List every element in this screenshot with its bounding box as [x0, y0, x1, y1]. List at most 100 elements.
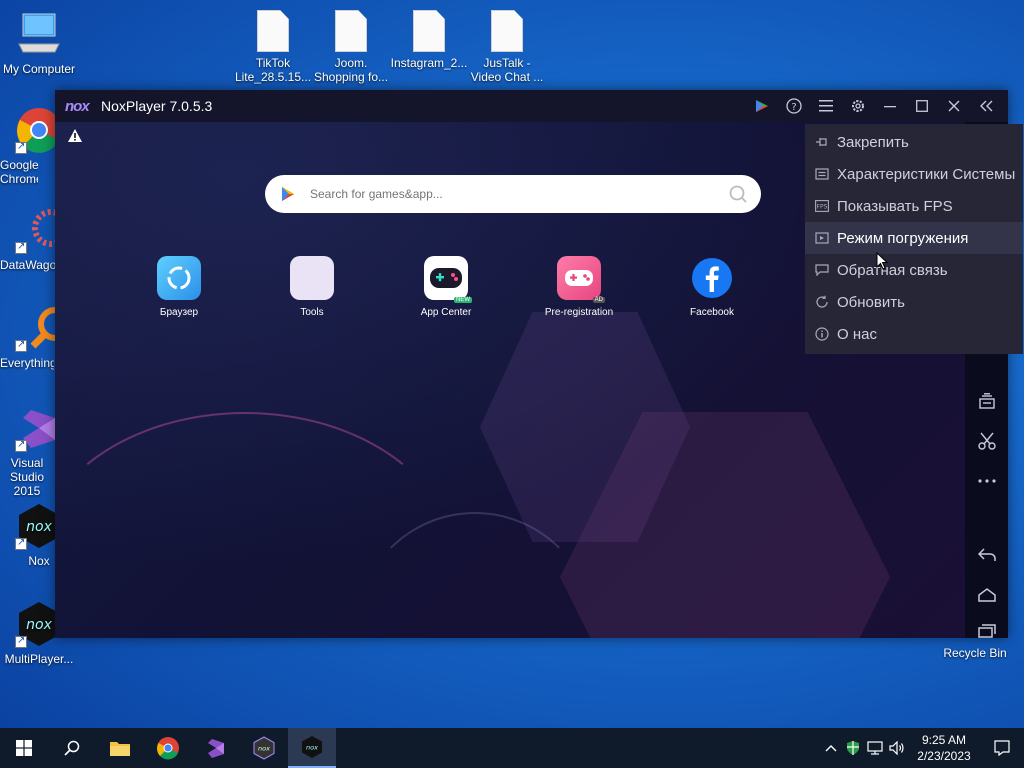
app-label: Pre-registration	[544, 307, 614, 318]
settings-button[interactable]	[842, 90, 874, 122]
pin-icon	[815, 135, 829, 149]
desktop-file-label: Instagram_2...	[390, 56, 468, 70]
play-store-button[interactable]	[746, 90, 778, 122]
folder-icon	[110, 742, 130, 756]
info-card-icon	[815, 167, 829, 181]
svg-text:nox: nox	[26, 617, 52, 633]
search-icon[interactable]	[729, 185, 747, 203]
gamepad-icon: NEW	[424, 256, 472, 303]
svg-text:nox: nox	[258, 745, 270, 753]
clock-date: 2/23/2023	[917, 749, 971, 763]
warning-icon[interactable]	[67, 128, 83, 144]
svg-text:nox: nox	[26, 519, 52, 535]
security-tray-button[interactable]	[842, 728, 864, 768]
notification-icon	[994, 740, 1010, 756]
app-facebook[interactable]: Facebook	[667, 256, 757, 318]
taskbar-clock[interactable]: 9:25 AM 2/23/2023	[908, 732, 980, 764]
desktop-file-justalk[interactable]: JusTalk - Video Chat ...	[468, 10, 546, 84]
app-label: Tools	[300, 307, 324, 318]
controller-pink-icon: AD	[557, 256, 605, 303]
menu-item-immersive-mode[interactable]: Режим погружения	[805, 222, 1023, 254]
mouse-cursor-icon	[876, 252, 888, 270]
taskbar-visual-studio[interactable]	[192, 728, 240, 768]
menu-item-pin[interactable]: Закрепить	[805, 126, 1023, 158]
collapse-sidebar-button[interactable]	[970, 90, 1002, 122]
fps-icon: FPS	[815, 199, 829, 213]
visual-studio-icon	[208, 739, 224, 758]
menu-button[interactable]	[810, 90, 842, 122]
network-tray-button[interactable]	[864, 728, 886, 768]
back-button[interactable]	[976, 544, 998, 566]
close-button[interactable]	[938, 90, 970, 122]
gear-icon	[852, 100, 864, 112]
menu-item-refresh[interactable]: Обновить	[805, 286, 1023, 318]
minimize-icon	[884, 106, 896, 108]
title-controls: ?	[746, 90, 1002, 122]
app-browser[interactable]: Браузер	[134, 256, 224, 318]
recent-apps-button[interactable]	[976, 624, 998, 638]
svg-text:nox: nox	[306, 744, 318, 752]
menu-item-about[interactable]: О нас	[805, 318, 1023, 350]
taskbar-chrome[interactable]	[144, 728, 192, 768]
more-button[interactable]	[976, 470, 998, 492]
multi-window-button[interactable]	[976, 390, 998, 412]
help-button[interactable]: ?	[778, 90, 810, 122]
taskbar-nox[interactable]: nox	[288, 728, 336, 768]
menu-item-label: Закрепить	[837, 133, 909, 151]
menu-item-feedback[interactable]: Обратная связь	[805, 254, 1023, 286]
app-tools[interactable]: Tools	[267, 256, 357, 318]
ad-badge: AD	[592, 297, 605, 303]
menu-item-label: Обратная связь	[837, 261, 948, 279]
start-button[interactable]	[0, 728, 48, 768]
file-icon	[491, 10, 523, 52]
desktop-icon-label: My Computer	[2, 62, 76, 76]
stack-icon	[979, 393, 995, 409]
desktop-file-instagram[interactable]: Instagram_2...	[390, 10, 468, 70]
double-chevron-left-icon	[980, 100, 993, 112]
show-hidden-icons-button[interactable]	[820, 728, 842, 768]
menu-item-system-info[interactable]: Характеристики Системы	[805, 158, 1023, 190]
network-icon	[867, 741, 883, 755]
file-icon	[335, 10, 367, 52]
home-button[interactable]	[976, 584, 998, 606]
speaker-icon	[889, 741, 904, 755]
new-badge: NEW	[454, 297, 472, 303]
help-icon: ?	[786, 98, 802, 114]
about-icon	[815, 327, 829, 341]
menu-item-label: Режим погружения	[837, 229, 969, 247]
taskbar-file-explorer[interactable]	[96, 728, 144, 768]
search-input[interactable]	[310, 187, 710, 201]
taskbar-search-button[interactable]	[48, 728, 96, 768]
desktop-file-label: TikTok Lite_28.5.15...	[234, 56, 312, 84]
desktop-file-joom[interactable]: Joom. Shopping fo...	[312, 10, 390, 84]
windows-taskbar: nox nox 9:25 AM 2/23/2023	[0, 728, 1024, 768]
desktop-icon-label: DataWagon	[0, 258, 56, 272]
nox-logo: nox	[65, 97, 90, 115]
screenshot-button[interactable]	[976, 430, 998, 452]
recent-apps-icon	[978, 624, 996, 638]
minimize-button[interactable]	[874, 90, 906, 122]
app-app-center[interactable]: NEW App Center	[401, 256, 491, 318]
window-titlebar[interactable]: nox NoxPlayer 7.0.5.3 ?	[55, 90, 1008, 122]
shortcut-arrow-icon	[15, 240, 27, 254]
action-center-button[interactable]	[980, 728, 1024, 768]
menu-item-show-fps[interactable]: FPS Показывать FPS	[805, 190, 1023, 222]
google-play-icon	[282, 187, 294, 201]
maximize-button[interactable]	[906, 90, 938, 122]
desktop-icon-my-computer[interactable]: My Computer	[0, 10, 78, 76]
scissors-icon	[978, 432, 996, 450]
desktop-file-tiktok[interactable]: TikTok Lite_28.5.15...	[234, 10, 312, 84]
svg-text:?: ?	[791, 102, 796, 113]
close-icon	[948, 100, 960, 112]
app-pre-registration[interactable]: AD Pre-registration	[534, 256, 624, 318]
app-label: Браузер	[159, 307, 199, 318]
app-search-bar[interactable]	[265, 175, 761, 213]
taskbar-multiplayer[interactable]: nox	[240, 728, 288, 768]
desktop-file-label: Joom. Shopping fo...	[313, 56, 389, 84]
home-icon	[978, 588, 996, 602]
shortcut-arrow-icon	[15, 140, 27, 154]
refresh-icon	[815, 295, 829, 309]
desktop-icon-label: Recycle Bin	[943, 646, 1007, 660]
volume-tray-button[interactable]	[886, 728, 908, 768]
app-label: Facebook	[690, 307, 734, 318]
